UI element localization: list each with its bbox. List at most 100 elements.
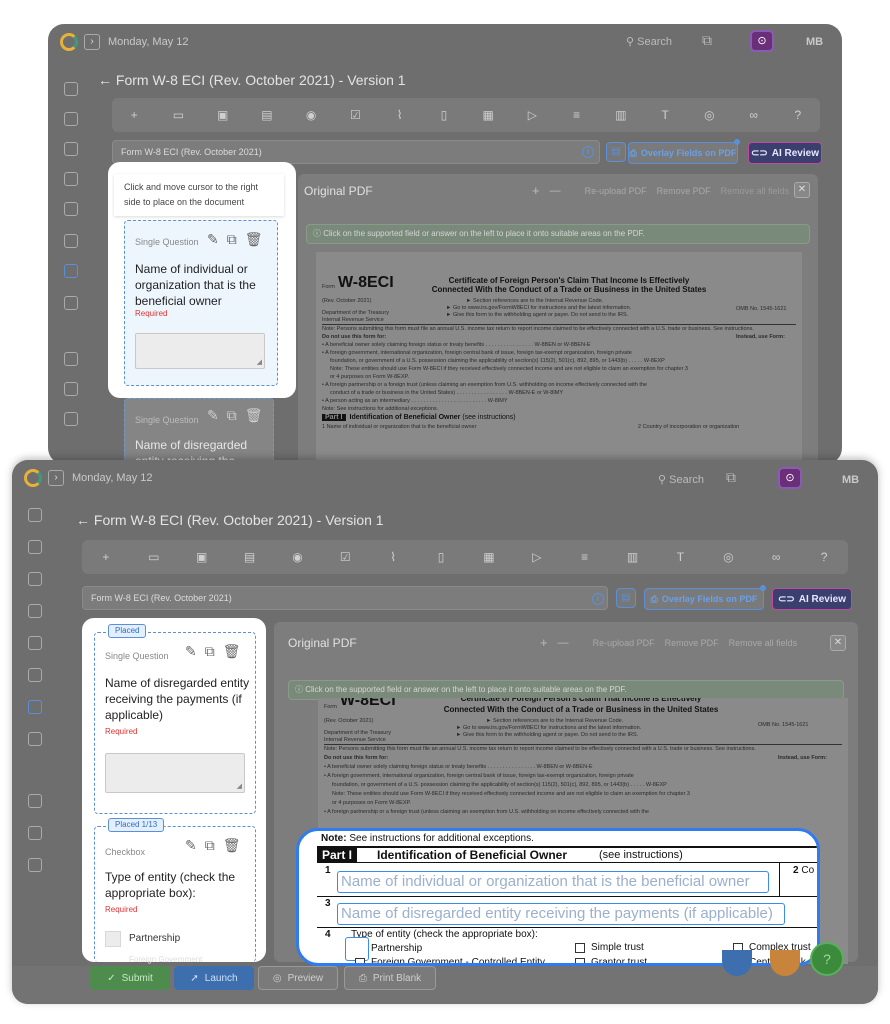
expand-icon[interactable]: › — [84, 34, 100, 50]
question-card[interactable]: Single Question ✎ ⧉ 🗑 Name of disregarde… — [124, 398, 274, 484]
launch-button[interactable]: ➚ Launch — [174, 966, 254, 990]
code-icon[interactable] — [28, 826, 42, 840]
radio-icon[interactable]: ◉ — [304, 108, 318, 122]
remove-all-fields-button[interactable]: Remove all fields — [721, 186, 790, 196]
expand-icon[interactable]: › — [48, 470, 64, 486]
list-icon[interactable] — [28, 540, 42, 554]
puzzle-icon[interactable] — [64, 352, 78, 366]
text-size-icon[interactable]: T — [673, 550, 687, 564]
overlay-fields-button[interactable]: ⎙ Overlay Fields on PDF — [644, 588, 764, 610]
link-icon[interactable]: ∞ — [769, 550, 783, 564]
help-icon[interactable]: ? — [791, 108, 805, 122]
remove-pdf-button[interactable]: Remove PDF — [657, 186, 711, 196]
close-pdf-button[interactable]: ✕ — [830, 635, 846, 651]
reupload-pdf-button[interactable]: Re-upload PDF — [585, 186, 647, 196]
close-pdf-button[interactable]: ✕ — [794, 182, 810, 198]
plugin-icon[interactable] — [28, 858, 42, 872]
plugin-icon[interactable] — [64, 412, 78, 426]
user-avatar[interactable]: MB — [806, 36, 823, 48]
duplicate-icon[interactable]: ⧉ — [205, 643, 215, 660]
submit-button[interactable]: ✓ Submit — [90, 966, 170, 990]
pulse-icon[interactable] — [64, 82, 78, 96]
edit-icon[interactable] — [28, 700, 42, 714]
help-fab-button[interactable]: ? — [810, 942, 844, 976]
monitor-icon[interactable]: ▤ — [243, 550, 257, 564]
reupload-pdf-button[interactable]: Re-upload PDF — [593, 638, 655, 648]
beneficial-owner-field[interactable]: Name of individual or organization that … — [337, 871, 769, 893]
duplicate-icon[interactable]: ⧉ — [227, 407, 237, 424]
calculator-icon[interactable]: ▥ — [614, 108, 628, 122]
attachment-icon[interactable]: ⌇ — [386, 550, 400, 564]
list-icon[interactable] — [64, 112, 78, 126]
table-icon[interactable]: ▦ — [482, 550, 496, 564]
ai-review-button[interactable]: ⊂⊃ AI Review — [772, 588, 852, 610]
trash-icon[interactable]: 🗑 — [245, 407, 263, 424]
search-input[interactable]: ⚲ Search — [658, 473, 704, 486]
trash-icon[interactable]: 🗑 — [223, 643, 241, 660]
checkbox-icon[interactable]: ☑ — [338, 550, 352, 564]
zoom-out-button[interactable]: — — [550, 185, 561, 197]
zoom-in-button[interactable]: + — [540, 635, 548, 650]
date-icon[interactable]: ▣ — [195, 550, 209, 564]
add-icon[interactable]: + — [99, 550, 113, 564]
input-icon[interactable]: ▭ — [147, 550, 161, 564]
bank-icon[interactable] — [28, 732, 42, 746]
calculator-icon[interactable]: ▥ — [626, 550, 640, 564]
list-toggle-button[interactable]: ▤ — [616, 588, 636, 608]
ai-review-button[interactable]: ⊂⊃ AI Review — [748, 142, 822, 164]
chat-icon[interactable]: ⧉ — [702, 32, 712, 49]
robot-icon[interactable]: ⊙ — [750, 30, 774, 52]
flow-icon[interactable] — [64, 142, 78, 156]
edit-icon[interactable]: ✎ — [185, 643, 197, 660]
duplicate-icon[interactable]: ⧉ — [205, 837, 215, 854]
question-card-placed[interactable]: Single Question ✎ ⧉ 🗑 Name of disregarde… — [94, 632, 256, 814]
duplicate-icon[interactable]: ⧉ — [227, 231, 237, 248]
radio-icon[interactable]: ◉ — [290, 550, 304, 564]
paragraph-icon[interactable]: ≡ — [570, 108, 584, 122]
archive-icon[interactable] — [64, 202, 78, 216]
trash-icon[interactable]: 🗑 — [223, 837, 241, 854]
edit-icon[interactable] — [64, 264, 78, 278]
edit-icon[interactable]: ✎ — [207, 407, 219, 424]
answer-textarea[interactable]: ◢ — [135, 333, 265, 369]
file-icon[interactable] — [64, 234, 78, 248]
archive-icon[interactable] — [28, 636, 42, 650]
attachment-icon[interactable]: ⌇ — [393, 108, 407, 122]
foreign-government-checkbox[interactable] — [355, 958, 365, 963]
file-icon[interactable] — [28, 668, 42, 682]
input-icon[interactable]: ▭ — [171, 108, 185, 122]
users-icon[interactable] — [28, 604, 42, 618]
pulse-icon[interactable] — [28, 508, 42, 522]
eye-icon[interactable]: ◎ — [702, 108, 716, 122]
table-icon[interactable]: ▦ — [481, 108, 495, 122]
date-icon[interactable]: ▣ — [216, 108, 230, 122]
info-icon[interactable]: i — [592, 593, 604, 605]
robot-icon[interactable]: ⊙ — [778, 467, 802, 489]
flow-icon[interactable] — [28, 572, 42, 586]
zoom-in-button[interactable]: + — [532, 183, 540, 198]
checkbox-card-placed[interactable]: Checkbox ✎ ⧉ 🗑 Type of entity (check the… — [94, 826, 256, 964]
trash-icon[interactable]: 🗑 — [245, 231, 263, 248]
link-icon[interactable]: ∞ — [747, 108, 761, 122]
checkbox-icon[interactable]: ☑ — [348, 108, 362, 122]
document-icon[interactable]: ▯ — [434, 550, 448, 564]
list-toggle-button[interactable]: ▤ — [606, 142, 626, 162]
video-icon[interactable]: ▷ — [525, 108, 539, 122]
edit-icon[interactable]: ✎ — [185, 837, 197, 854]
info-icon[interactable]: i — [582, 146, 594, 158]
monitor-icon[interactable]: ▤ — [260, 108, 274, 122]
remove-pdf-button[interactable]: Remove PDF — [665, 638, 719, 648]
eye-icon[interactable]: ◎ — [721, 550, 735, 564]
chat-icon[interactable]: ⧉ — [726, 469, 736, 486]
puzzle-icon[interactable] — [28, 794, 42, 808]
simple-trust-checkbox[interactable] — [575, 943, 585, 953]
user-avatar[interactable]: MB — [842, 474, 859, 486]
zoom-out-button[interactable]: — — [558, 637, 569, 649]
remove-all-fields-button[interactable]: Remove all fields — [729, 638, 798, 648]
paragraph-icon[interactable]: ≡ — [578, 550, 592, 564]
preview-button[interactable]: ◎ Preview — [258, 966, 338, 990]
edit-icon[interactable]: ✎ — [207, 231, 219, 248]
users-icon[interactable] — [64, 172, 78, 186]
print-blank-button[interactable]: ⎙ Print Blank — [344, 966, 436, 990]
code-icon[interactable] — [64, 382, 78, 396]
